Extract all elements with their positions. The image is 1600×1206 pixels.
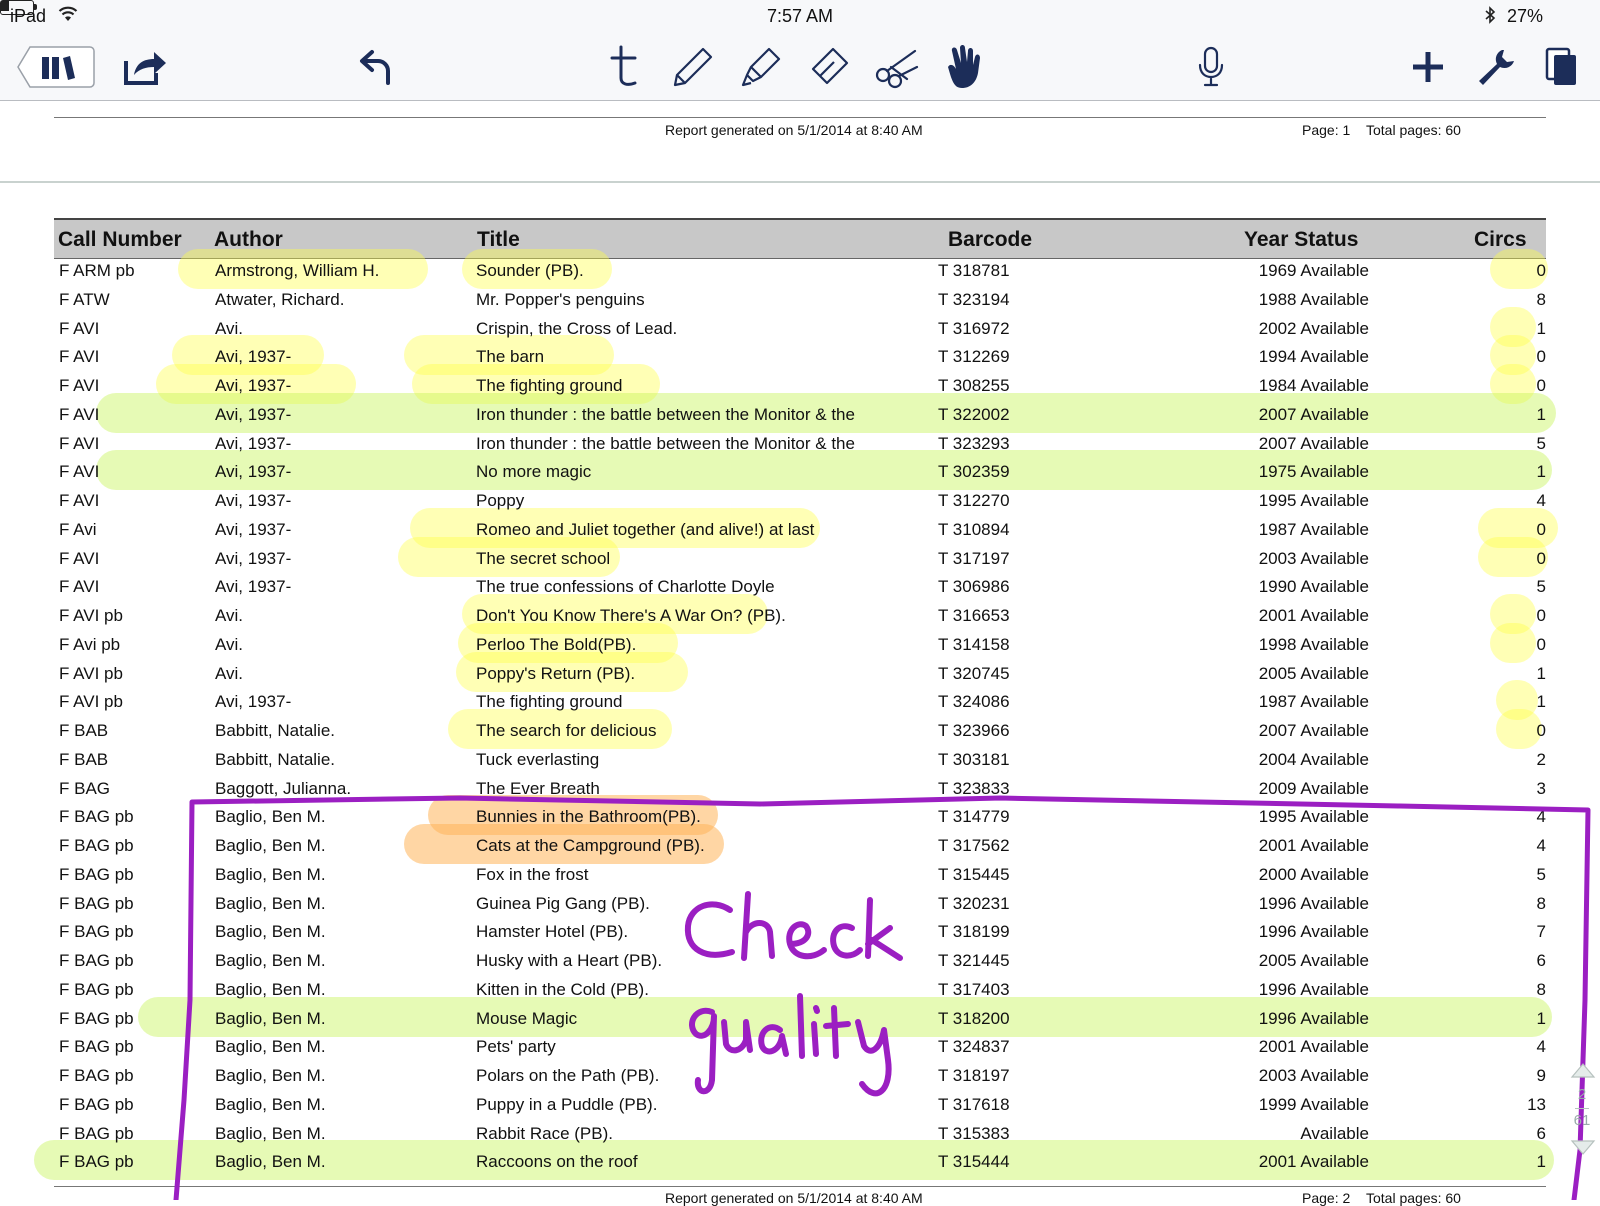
ink-annotation-layer xyxy=(173,795,1591,1200)
scroll-down-icon[interactable] xyxy=(1568,1138,1598,1158)
page-scroll-indicator[interactable]: 2 61 xyxy=(1566,1060,1596,1180)
handwritten-note xyxy=(684,891,903,1097)
scroll-total-pages: 61 xyxy=(1573,1112,1591,1129)
scroll-current-page: 2 xyxy=(1577,1086,1587,1103)
scroll-up-icon[interactable] xyxy=(1568,1060,1598,1080)
annotation-box xyxy=(173,795,1591,1200)
